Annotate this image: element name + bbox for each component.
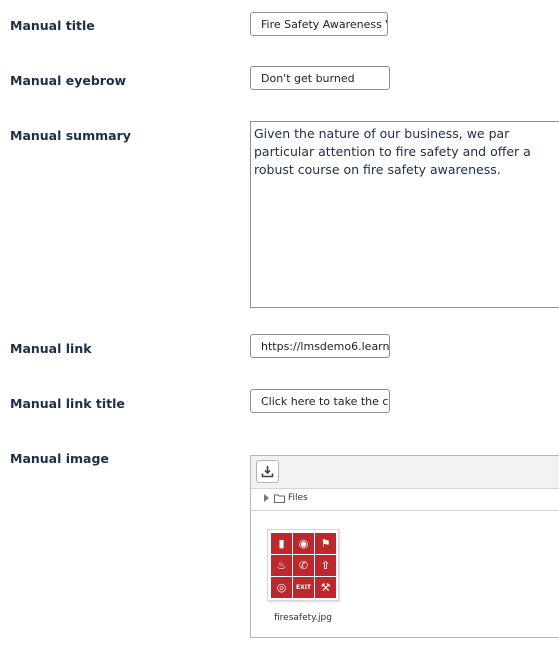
manual-image-label: Manual image xyxy=(10,451,109,466)
download-button[interactable] xyxy=(256,460,279,483)
flame-icon: ♨ xyxy=(271,555,292,576)
fire-hydrant-icon: ⇧ xyxy=(315,555,336,576)
manual-summary-textarea[interactable]: Given the nature of our business, we par… xyxy=(250,121,559,308)
expand-triangle-icon[interactable] xyxy=(264,494,269,502)
exit-sign-icon: EXIT xyxy=(293,577,314,598)
file-manager-body: ▮ ◉ ⚑ ♨ ✆ ⇧ ◎ EXIT ⚒ firesafety.jpg xyxy=(251,511,559,638)
file-thumbnail[interactable]: ▮ ◉ ⚑ ♨ ✆ ⇧ ◎ EXIT ⚒ xyxy=(267,529,339,601)
manual-title-label: Manual title xyxy=(10,18,95,33)
phone-icon: ✆ xyxy=(293,555,314,576)
fire-axe-icon: ⚒ xyxy=(315,577,336,598)
manual-eyebrow-input[interactable] xyxy=(250,66,390,90)
breadcrumb-files[interactable]: Files xyxy=(288,493,308,503)
fire-extinguisher-icon: ▮ xyxy=(271,533,292,554)
manual-link-title-label: Manual link title xyxy=(10,396,125,411)
manual-eyebrow-label: Manual eyebrow xyxy=(10,73,127,88)
fire-alarm-icon: ◉ xyxy=(293,533,314,554)
file-manager-toolbar xyxy=(251,456,559,489)
manual-title-input[interactable] xyxy=(250,12,388,36)
file-manager-path: Files xyxy=(251,489,559,511)
manual-link-title-input[interactable] xyxy=(250,389,390,413)
fire-exit-running-icon: ⚑ xyxy=(315,533,336,554)
manual-link-input[interactable] xyxy=(250,334,390,358)
manual-link-label: Manual link xyxy=(10,341,92,356)
download-icon xyxy=(261,466,274,478)
fire-hose-icon: ◎ xyxy=(271,577,292,598)
file-name[interactable]: firesafety.jpg xyxy=(274,613,332,623)
image-file-manager: Files ▮ ◉ ⚑ ♨ ✆ ⇧ ◎ EXIT ⚒ firesafety.jp… xyxy=(250,455,559,638)
manual-summary-label: Manual summary xyxy=(10,128,131,143)
folder-icon xyxy=(274,494,285,503)
